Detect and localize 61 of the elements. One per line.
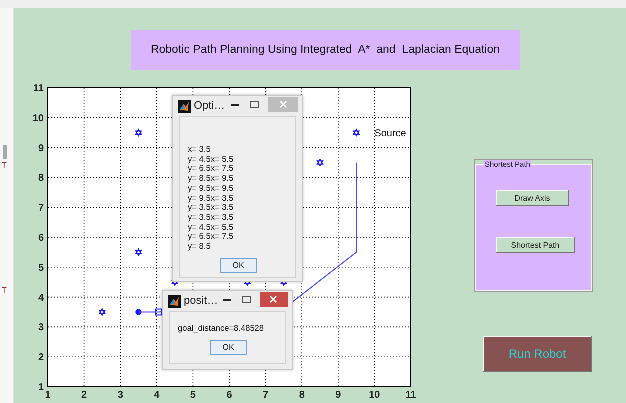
- message-text: y= 3.5x= 3.5: [188, 212, 234, 223]
- message-text: y= 8.5x= 9.5: [188, 174, 234, 184]
- window-title: Opti…: [194, 100, 226, 112]
- square-marker: [155, 308, 162, 316]
- message-text: y= 3.5x= 3.5: [188, 203, 234, 213]
- close-icon: [280, 101, 287, 108]
- message-text: goal_distance=8.48528: [178, 324, 264, 334]
- minimize-icon: [230, 104, 239, 106]
- source-label: Source: [374, 128, 406, 140]
- window-title: posit…: [184, 295, 218, 307]
- star-marker: [135, 248, 142, 257]
- app-icon: [178, 100, 191, 112]
- ok-button[interactable]: OK: [210, 340, 247, 355]
- panel-button[interactable]: Draw Axis: [496, 190, 569, 206]
- tick-label: 10: [32, 113, 44, 124]
- tick-label: 8: [38, 173, 44, 184]
- tick-label: 3: [118, 390, 124, 401]
- app-icon: [168, 294, 181, 308]
- message-text: y= 6.5x= 7.5: [188, 232, 234, 242]
- tick-label: 5: [190, 390, 196, 401]
- tick-label: 9: [38, 143, 44, 154]
- tick-label: 2: [82, 390, 88, 401]
- tick-label: 7: [263, 390, 269, 401]
- star-marker: [316, 158, 324, 167]
- side-letter: T: [2, 161, 7, 171]
- message-text: y= 9.5x= 9.5: [188, 184, 234, 194]
- message-text: y= 9.5x= 3.5: [188, 194, 234, 204]
- tick-label: 8: [299, 390, 305, 401]
- tick-label: 7: [38, 203, 44, 214]
- message-text: y= 4.5x= 5.5: [188, 222, 234, 232]
- star-marker: [98, 308, 106, 316]
- side-letter: T: [2, 286, 7, 296]
- scroll-thumb[interactable]: [3, 145, 7, 159]
- tick-label: 4: [154, 390, 160, 401]
- tick-label: 4: [38, 292, 44, 304]
- star-marker: [352, 128, 360, 138]
- tick-label: 6: [38, 233, 44, 244]
- panel-button[interactable]: Shortest Path: [496, 237, 575, 253]
- tick-label: 1: [45, 390, 51, 401]
- tick-label: 5: [38, 262, 44, 274]
- close-icon: [270, 296, 278, 303]
- tick-label: 6: [226, 390, 232, 401]
- tick-label: 1: [38, 382, 44, 394]
- tick-label: 2: [38, 352, 44, 364]
- maximize-icon: [250, 101, 260, 108]
- star-marker: [135, 128, 142, 138]
- message-text: x= 3.5: [188, 145, 211, 155]
- minimize-icon: [223, 298, 232, 300]
- ok-button[interactable]: OK: [220, 258, 257, 273]
- tick-label: 10: [369, 390, 380, 401]
- tick-label: 11: [406, 390, 416, 401]
- start-marker: [136, 309, 142, 316]
- close-button[interactable]: [260, 292, 288, 307]
- tick-label: 9: [336, 390, 342, 401]
- message-text: y= 8.5: [188, 242, 211, 252]
- message-text: y= 6.5x= 7.5: [188, 164, 234, 174]
- tick-label: 3: [38, 322, 44, 334]
- message-text: y= 4.5x= 5.5: [188, 154, 234, 164]
- maximize-icon: [242, 296, 252, 303]
- title-banner: Robotic Path Planning Using Integrated A* and Laplacian Equation: [131, 30, 520, 70]
- tick-label: 11: [33, 84, 44, 94]
